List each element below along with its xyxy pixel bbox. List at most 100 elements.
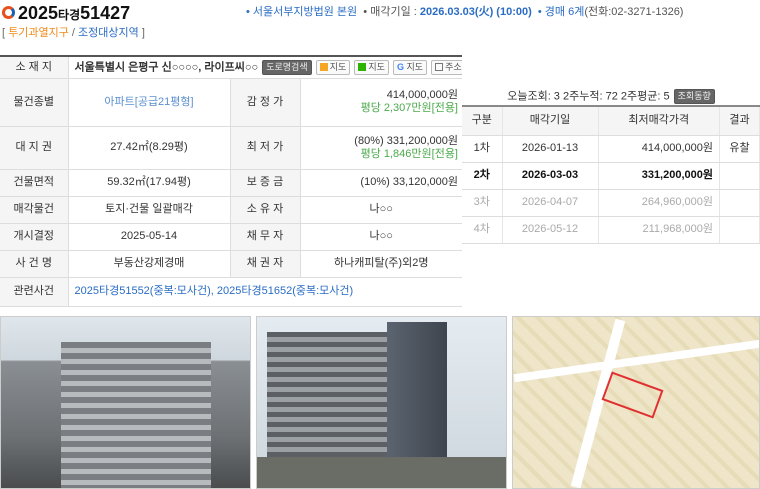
table-cell: 부동산강제경매 xyxy=(68,250,230,278)
element xyxy=(257,457,506,488)
table-cell: 서울특별시 은평구 신○○○○, 라이프씨○○ 도로명검색 지도 지도 G 지도… xyxy=(68,56,462,79)
naver-map-button[interactable]: 지도 xyxy=(354,59,389,75)
table-cell xyxy=(719,189,760,217)
related-case-link[interactable]: 2025타경51652(중복:모사건) xyxy=(217,285,353,297)
element: 평당 2,307만원[전용] xyxy=(360,102,458,114)
element: 조정대상지역 xyxy=(78,27,139,39)
table-cell: 264,960,000원 xyxy=(598,189,720,217)
table-cell: 건물면적 xyxy=(0,169,69,197)
table-cell: 331,200,000원 xyxy=(598,162,720,190)
parcel-outline xyxy=(601,371,664,419)
table-cell: 211,968,000원 xyxy=(598,216,720,244)
table-cell: 개시결정 xyxy=(0,223,69,251)
table-cell: 2026-04-07 xyxy=(502,189,599,217)
element: 주소 복사 xyxy=(445,61,462,72)
element xyxy=(513,339,759,383)
table-cell: 2차 xyxy=(462,162,503,190)
google-icon: G xyxy=(396,61,404,72)
table-cell: 3차 xyxy=(462,189,503,217)
table-cell: 물건종별 xyxy=(0,78,69,127)
appraisal: 414,000,000원 평당 2,307만원[전용] xyxy=(300,78,462,127)
phone: (전화:02-3271-1326) xyxy=(584,6,684,18)
table-row: 4차 2026-05-12 211,968,000원 xyxy=(462,216,760,244)
element: 구분 매각기일 최저매각가격 결과 xyxy=(462,107,760,136)
element: 소 재 지 서울특별시 은평구 신○○○○, 라이프씨○○ 도로명검색 지도 지… xyxy=(0,56,462,79)
element: 개시결정 2025-05-14 채 무 자 나○○ xyxy=(0,223,462,251)
element: 평당 1,846만원[전용] xyxy=(360,147,458,160)
table-cell: 채 권 자 xyxy=(229,250,301,278)
element: 투기과열지구 xyxy=(8,27,69,39)
case-title: 2025타경51427 xyxy=(18,2,130,26)
table-cell: 결과 xyxy=(719,107,760,136)
table-cell xyxy=(719,162,760,190)
daum-map-button[interactable]: 지도 xyxy=(315,59,351,75)
view-trend-button[interactable]: 조회동향 xyxy=(673,89,715,104)
table-cell: 414,000,000원 xyxy=(598,135,720,163)
court: • 서울서부지방법원 본원 xyxy=(246,6,358,18)
element: 414,000,000원 xyxy=(386,89,458,101)
header: 2025타경51427 • 서울서부지방법원 본원 • 매각기일 : 2026.… xyxy=(0,0,760,50)
table-cell: 4차 xyxy=(462,216,503,244)
table-cell: (10%) 33,120,000원 xyxy=(300,169,462,197)
table-cell: 채 무 자 xyxy=(229,223,301,251)
element: 지도 xyxy=(406,61,424,72)
table-cell: 1차 xyxy=(462,135,503,163)
element: 매각물건 토지·건물 일괄매각 소 유 자 나○○ xyxy=(0,196,462,224)
view-count: 오늘조회: 3 2주누적: 72 2주평균: 5 조회동향 xyxy=(462,85,760,107)
element xyxy=(61,342,211,488)
element: 물건종별 아파트[공급21평형] 감 정 가 414,000,000원 평당 2,307… xyxy=(0,78,462,127)
element: (80%) 331,200,000원 xyxy=(354,134,458,147)
zone-tags: [ 투기과열지구 / 조정대상지역 ] xyxy=(2,27,145,39)
element: 오늘조회: 3 2주누적: 72 2주평균: 5 xyxy=(507,90,670,103)
building-photo-2[interactable] xyxy=(256,316,507,489)
element: 구분 매각기일 최저매각가격 결과 1차 2026-01-13 414,000,000원 유… xyxy=(462,107,760,244)
element: 2025 xyxy=(18,3,59,23)
table-cell: 최저매각가격 xyxy=(598,107,720,136)
road-name-search-button[interactable]: 도로명검색 xyxy=(262,59,312,75)
building-photo-1[interactable] xyxy=(0,316,251,489)
naver-icon xyxy=(358,62,367,71)
label: 소 재 지 xyxy=(0,56,69,79)
google-map-button[interactable]: G 지도 xyxy=(392,59,428,75)
case-info: • 서울서부지방법원 본원 • 매각기일 : 2026.03.03(火) (10… xyxy=(246,6,683,19)
table-cell: 나○○ xyxy=(300,223,462,251)
minimum-price: (80%) 331,200,000원 평당 1,846만원[전용] xyxy=(300,126,462,170)
location-map[interactable] xyxy=(512,316,760,489)
element: 관련사건 2025타경51552(중복:모사건), 2025타경51652(중복:… xyxy=(0,277,462,307)
element: 대 지 권 27.42㎡(8.29평) 최 저 가 (80%) 331,200,000… xyxy=(0,126,462,170)
element: 지도 xyxy=(329,61,347,72)
table-row: 2차 2026-03-03 331,200,000원 xyxy=(462,162,760,190)
property-type: 아파트[공급21평형] xyxy=(68,78,230,127)
logo-icon xyxy=(2,6,15,19)
table-row: 1차 2026-01-13 414,000,000원 유찰 xyxy=(462,135,760,163)
address-value: 서울특별시 은평구 신○○○○, 라이프씨○○ xyxy=(74,61,259,74)
table-cell: 2026-05-12 xyxy=(502,216,599,244)
element: 사 건 명 부동산강제경매 채 권 자 하나캐피탈(주)외2명 xyxy=(0,250,462,278)
sale-date: 2026.03.03(火) (10:00) xyxy=(419,6,532,18)
table-cell: 사 건 명 xyxy=(0,250,69,278)
table-cell: 구분 xyxy=(462,107,503,136)
copy-icon xyxy=(435,62,444,71)
table-cell: 하나캐피탈(주)외2명 xyxy=(300,250,462,278)
table-cell: 소 유 자 xyxy=(229,196,301,224)
element: 구분 매각기일 최저매각가격 결과 1차 2026-01-13 414,000,000원 유… xyxy=(462,107,760,244)
element: 지도 xyxy=(368,61,385,72)
element: 건물면적 59.32㎡(17.94평) 보 증 금 (10%) 33,120,000원 xyxy=(0,169,462,197)
sale-schedule: 오늘조회: 3 2주누적: 72 2주평균: 5 조회동향 구분 매각기일 최저매각… xyxy=(462,85,760,244)
table-cell: 나○○ xyxy=(300,196,462,224)
table-cell: 관련사건 xyxy=(0,277,69,307)
element: • 매각기일 : xyxy=(363,6,420,18)
copy-address-button[interactable]: 주소 복사 xyxy=(431,59,462,75)
table-cell: 보 증 금 xyxy=(229,169,301,197)
element: 51427 xyxy=(80,3,131,23)
table-cell: 최 저 가 xyxy=(229,126,301,170)
table-cell: 매각물건 xyxy=(0,196,69,224)
table-cell: 유찰 xyxy=(719,135,760,163)
table-cell xyxy=(719,216,760,244)
table-cell: 2026-03-03 xyxy=(502,162,599,190)
element: • 경매 6계 xyxy=(537,6,585,18)
related-case-link[interactable]: 2025타경51552(중복:모사건) xyxy=(75,285,211,297)
element: 소 재 지 서울특별시 은평구 신○○○○, 라이프씨○○ 도로명검색 지도 지… xyxy=(0,56,462,307)
table-cell: 토지·건물 일괄매각 xyxy=(68,196,230,224)
daum-icon xyxy=(319,62,328,71)
